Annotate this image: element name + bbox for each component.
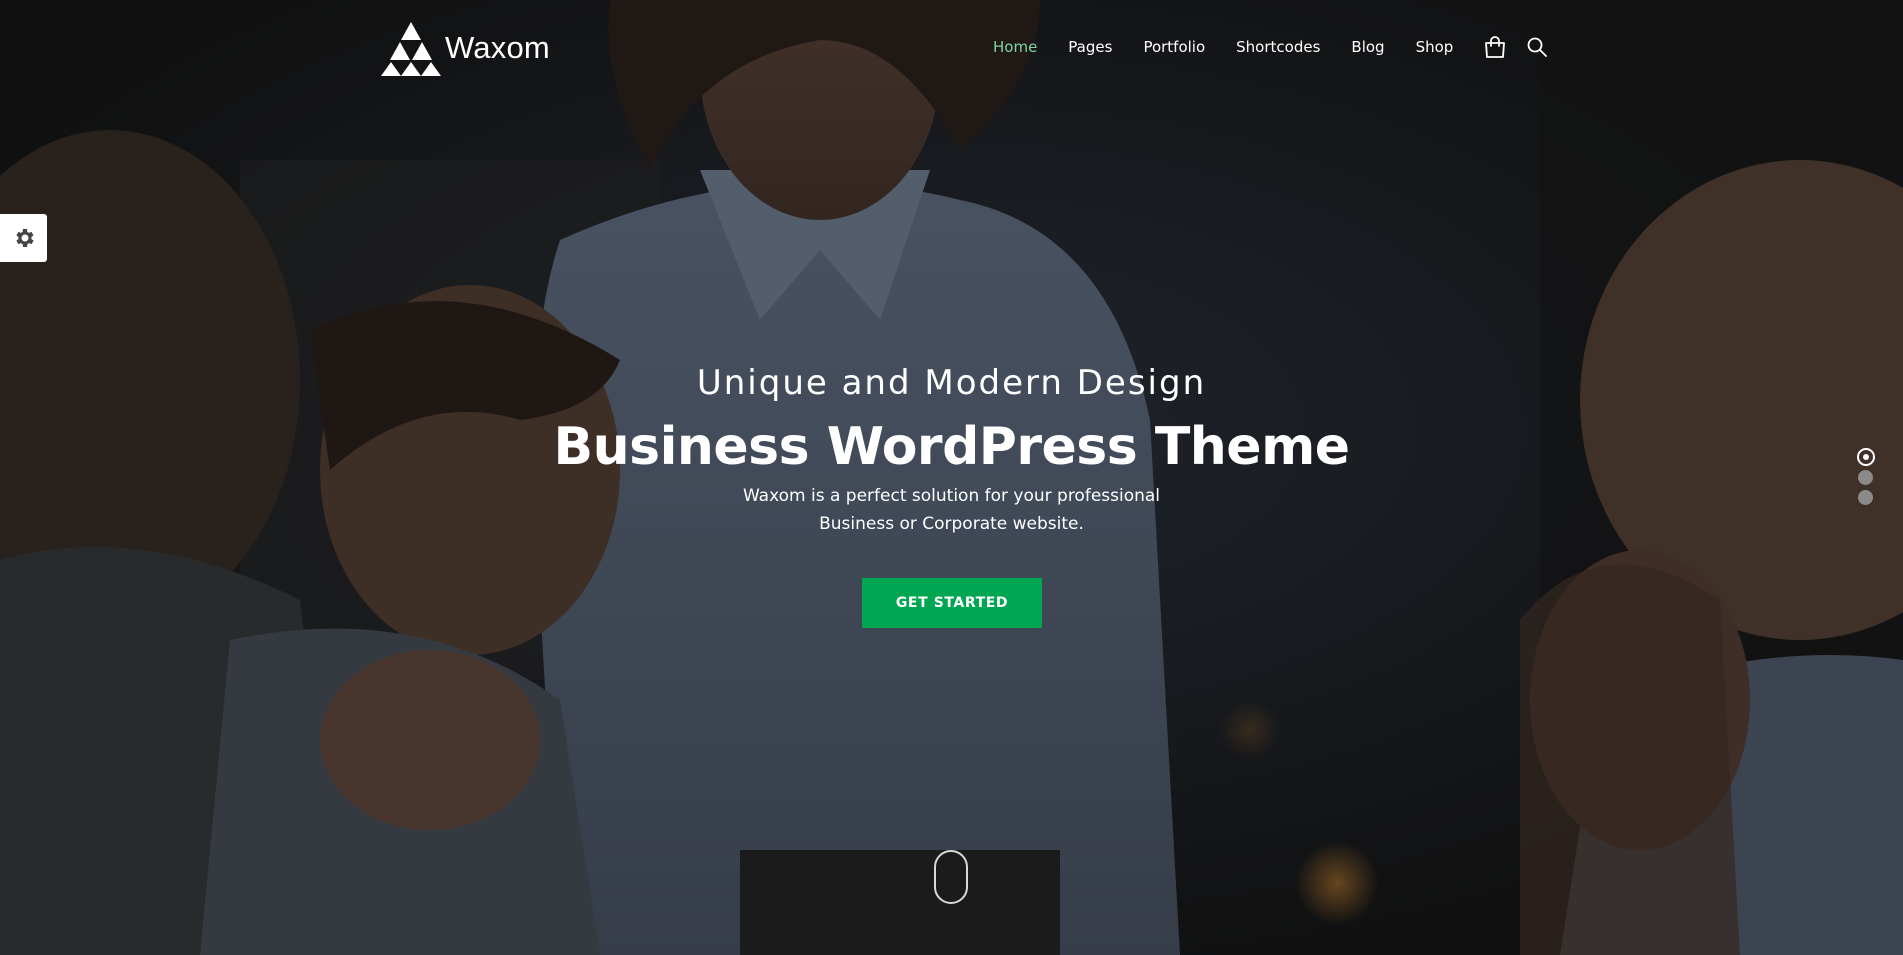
gear-icon bbox=[15, 229, 34, 247]
nav-shop[interactable]: Shop bbox=[1416, 35, 1454, 59]
hero-section: Waxom Home Pages Portfolio Shortcodes Bl… bbox=[0, 0, 1903, 955]
brand-name: Waxom bbox=[445, 30, 550, 65]
slider-dot-1[interactable] bbox=[1857, 448, 1875, 466]
nav-pages[interactable]: Pages bbox=[1068, 35, 1112, 59]
nav-home[interactable]: Home bbox=[993, 35, 1037, 59]
nav-blog[interactable]: Blog bbox=[1351, 35, 1384, 59]
site-header: Waxom Home Pages Portfolio Shortcodes Bl… bbox=[0, 0, 1903, 95]
logo-triangle-icon bbox=[381, 22, 441, 76]
slider-dot-3[interactable] bbox=[1858, 490, 1873, 505]
slider-dot-2[interactable] bbox=[1858, 470, 1873, 485]
hero-description-line-2: Business or Corporate website. bbox=[819, 514, 1084, 534]
hero-subtitle: Unique and Modern Design bbox=[696, 363, 1207, 403]
main-nav: Home Pages Portfolio Shortcodes Blog Sho… bbox=[993, 34, 1550, 60]
hero-description: Waxom is a perfect solution for your pro… bbox=[0, 482, 1903, 538]
nav-portfolio[interactable]: Portfolio bbox=[1143, 35, 1205, 59]
settings-panel-toggle[interactable] bbox=[0, 214, 47, 262]
scroll-down-mouse-icon[interactable] bbox=[934, 850, 968, 904]
site-logo[interactable]: Waxom bbox=[381, 20, 550, 76]
hero-description-line-1: Waxom is a perfect solution for your pro… bbox=[742, 486, 1161, 506]
shopping-bag-icon[interactable] bbox=[1482, 34, 1508, 60]
get-started-button[interactable]: GET STARTED bbox=[862, 578, 1042, 628]
nav-shortcodes[interactable]: Shortcodes bbox=[1236, 35, 1320, 59]
search-icon[interactable] bbox=[1524, 34, 1550, 60]
hero-title: Business WordPress Theme bbox=[553, 417, 1350, 477]
